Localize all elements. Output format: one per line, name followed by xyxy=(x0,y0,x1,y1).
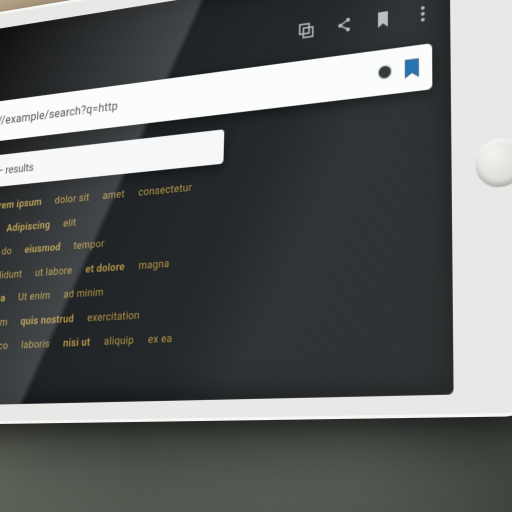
tab-title: Search — results xyxy=(0,161,34,181)
refresh-icon[interactable] xyxy=(378,64,392,80)
bookmark-icon[interactable] xyxy=(402,56,422,80)
tablet-device: 11:42 https://example/search?q=http Sear… xyxy=(0,0,512,425)
result-row: Ullamcolaborisnisi utaliquipex ea xyxy=(0,322,425,353)
share-icon[interactable] xyxy=(335,15,352,35)
tabs-icon[interactable] xyxy=(298,21,315,40)
url-actions xyxy=(378,56,422,83)
url-text: https://example/search?q=http xyxy=(0,99,118,131)
results-area: Lorem ipsumdolor sitametconsectetur Adip… xyxy=(0,159,430,394)
screen: 11:42 https://example/search?q=http Sear… xyxy=(0,0,454,406)
bookmark-solid-icon[interactable] xyxy=(374,10,392,30)
home-button[interactable] xyxy=(475,136,512,189)
menu-icon[interactable] xyxy=(414,4,432,24)
